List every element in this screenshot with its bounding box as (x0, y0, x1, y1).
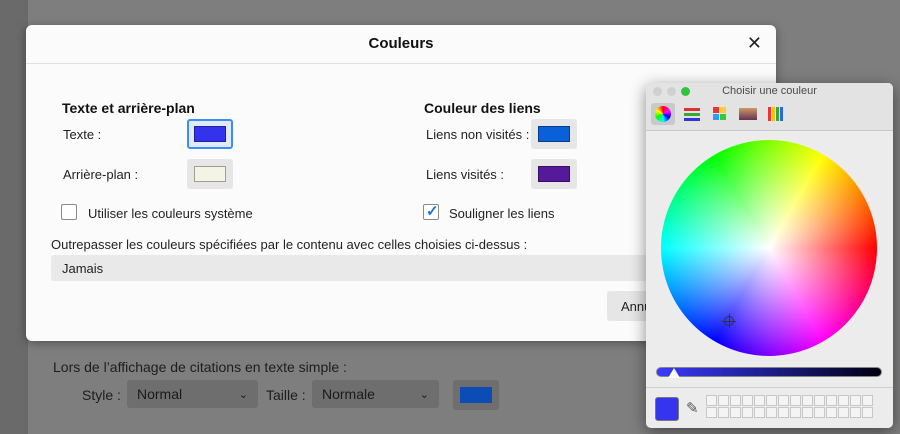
saved-swatch-cell[interactable] (730, 407, 741, 418)
style-label-row: Style : (82, 380, 121, 410)
visited-links-color-button[interactable] (531, 159, 577, 189)
text-color-label: Texte : (63, 127, 102, 142)
text-bg-section-title: Texte et arrière-plan (62, 100, 195, 116)
unvisited-links-color-button[interactable] (531, 119, 577, 149)
text-color-button[interactable] (187, 119, 233, 149)
picker-toolbar (646, 99, 893, 131)
plain-text-quote-label: Lors de l’affichage de citations en text… (53, 359, 347, 375)
dialog-header: Couleurs ✕ (26, 25, 776, 64)
saved-swatch-cell[interactable] (850, 407, 861, 418)
override-colors-label: Outrepasser les couleurs spécifiées par … (51, 237, 528, 252)
quote-color-swatch (460, 387, 492, 403)
saved-swatch-cell[interactable] (802, 395, 813, 406)
dialog-title: Couleurs (368, 35, 434, 52)
pencils-icon[interactable] (764, 103, 788, 125)
size-label-row: Taille : (266, 380, 306, 410)
system-colors-label: Utiliser les couleurs système (88, 206, 253, 221)
saved-swatch-cell[interactable] (766, 407, 777, 418)
size-select[interactable]: Normale ⌄ (312, 380, 439, 408)
saved-swatches-grid[interactable] (706, 395, 873, 418)
picker-titlebar: Choisir une couleur (646, 83, 893, 99)
saved-swatch-cell[interactable] (862, 395, 873, 406)
color-picker-panel: Choisir une couleur ✎ (646, 83, 893, 428)
saved-swatch-cell[interactable] (754, 395, 765, 406)
color-wheel-crosshair[interactable] (722, 314, 736, 328)
saved-swatch-cell[interactable] (802, 407, 813, 418)
unvisited-links-label: Liens non visités : (426, 127, 530, 142)
size-label: Taille : (266, 387, 306, 403)
visited-links-label: Liens visités : (426, 167, 505, 182)
saved-swatch-cell[interactable] (766, 395, 777, 406)
override-colors-value: Jamais (62, 261, 104, 276)
saved-swatch-cell[interactable] (862, 407, 873, 418)
saved-swatch-cell[interactable] (706, 407, 717, 418)
color-wheel-icon[interactable] (651, 103, 675, 125)
visited-links-swatch (538, 166, 570, 182)
picker-bottom-bar: ✎ (646, 387, 893, 428)
color-wheel[interactable] (661, 140, 877, 356)
color-palettes-icon[interactable] (708, 103, 732, 125)
style-select[interactable]: Normal ⌄ (127, 380, 258, 408)
background-color-label: Arrière-plan : (63, 167, 139, 182)
style-label: Style : (82, 387, 121, 403)
saved-swatch-cell[interactable] (814, 395, 825, 406)
color-sliders-icon[interactable] (680, 103, 704, 125)
chevron-down-icon: ⌄ (238, 388, 248, 401)
saved-swatch-cell[interactable] (706, 395, 717, 406)
saved-swatch-cell[interactable] (826, 407, 837, 418)
underline-links-checkbox[interactable]: ✓ (423, 203, 439, 220)
saved-swatch-cell[interactable] (790, 407, 801, 418)
saved-swatch-cell[interactable] (838, 395, 849, 406)
saved-swatch-cell[interactable] (742, 395, 753, 406)
saved-swatch-cell[interactable] (742, 407, 753, 418)
saved-swatch-cell[interactable] (814, 407, 825, 418)
saved-swatch-cell[interactable] (730, 395, 741, 406)
saved-swatch-cell[interactable] (838, 407, 849, 418)
saved-swatch-cell[interactable] (718, 407, 729, 418)
image-palettes-icon[interactable] (736, 103, 760, 125)
chevron-down-icon: ⌄ (419, 388, 429, 401)
eyedropper-icon[interactable]: ✎ (686, 399, 699, 417)
picker-title: Choisir une couleur (722, 85, 817, 97)
size-select-value: Normale (322, 386, 375, 402)
background-color-swatch (194, 166, 226, 182)
background-color-button[interactable] (187, 159, 233, 189)
saved-swatch-cell[interactable] (754, 407, 765, 418)
saved-swatch-cell[interactable] (778, 395, 789, 406)
style-select-value: Normal (137, 386, 183, 402)
saved-swatch-cell[interactable] (826, 395, 837, 406)
saved-swatch-cell[interactable] (778, 407, 789, 418)
brightness-slider[interactable] (656, 367, 882, 377)
saved-swatch-cell[interactable] (718, 395, 729, 406)
current-color-swatch[interactable] (655, 397, 679, 421)
unvisited-links-swatch (538, 126, 570, 142)
links-section-title: Couleur des liens (424, 100, 541, 116)
close-icon[interactable]: ✕ (747, 33, 762, 54)
left-edge (0, 0, 28, 434)
checkmark-icon: ✓ (426, 203, 439, 220)
brightness-slider-thumb[interactable] (668, 368, 680, 378)
system-colors-checkbox[interactable] (61, 204, 77, 220)
saved-swatch-cell[interactable] (790, 395, 801, 406)
text-color-swatch (194, 126, 226, 142)
underline-links-label: Souligner les liens (449, 206, 555, 221)
color-wheel-area[interactable] (646, 131, 893, 361)
saved-swatch-cell[interactable] (850, 395, 861, 406)
